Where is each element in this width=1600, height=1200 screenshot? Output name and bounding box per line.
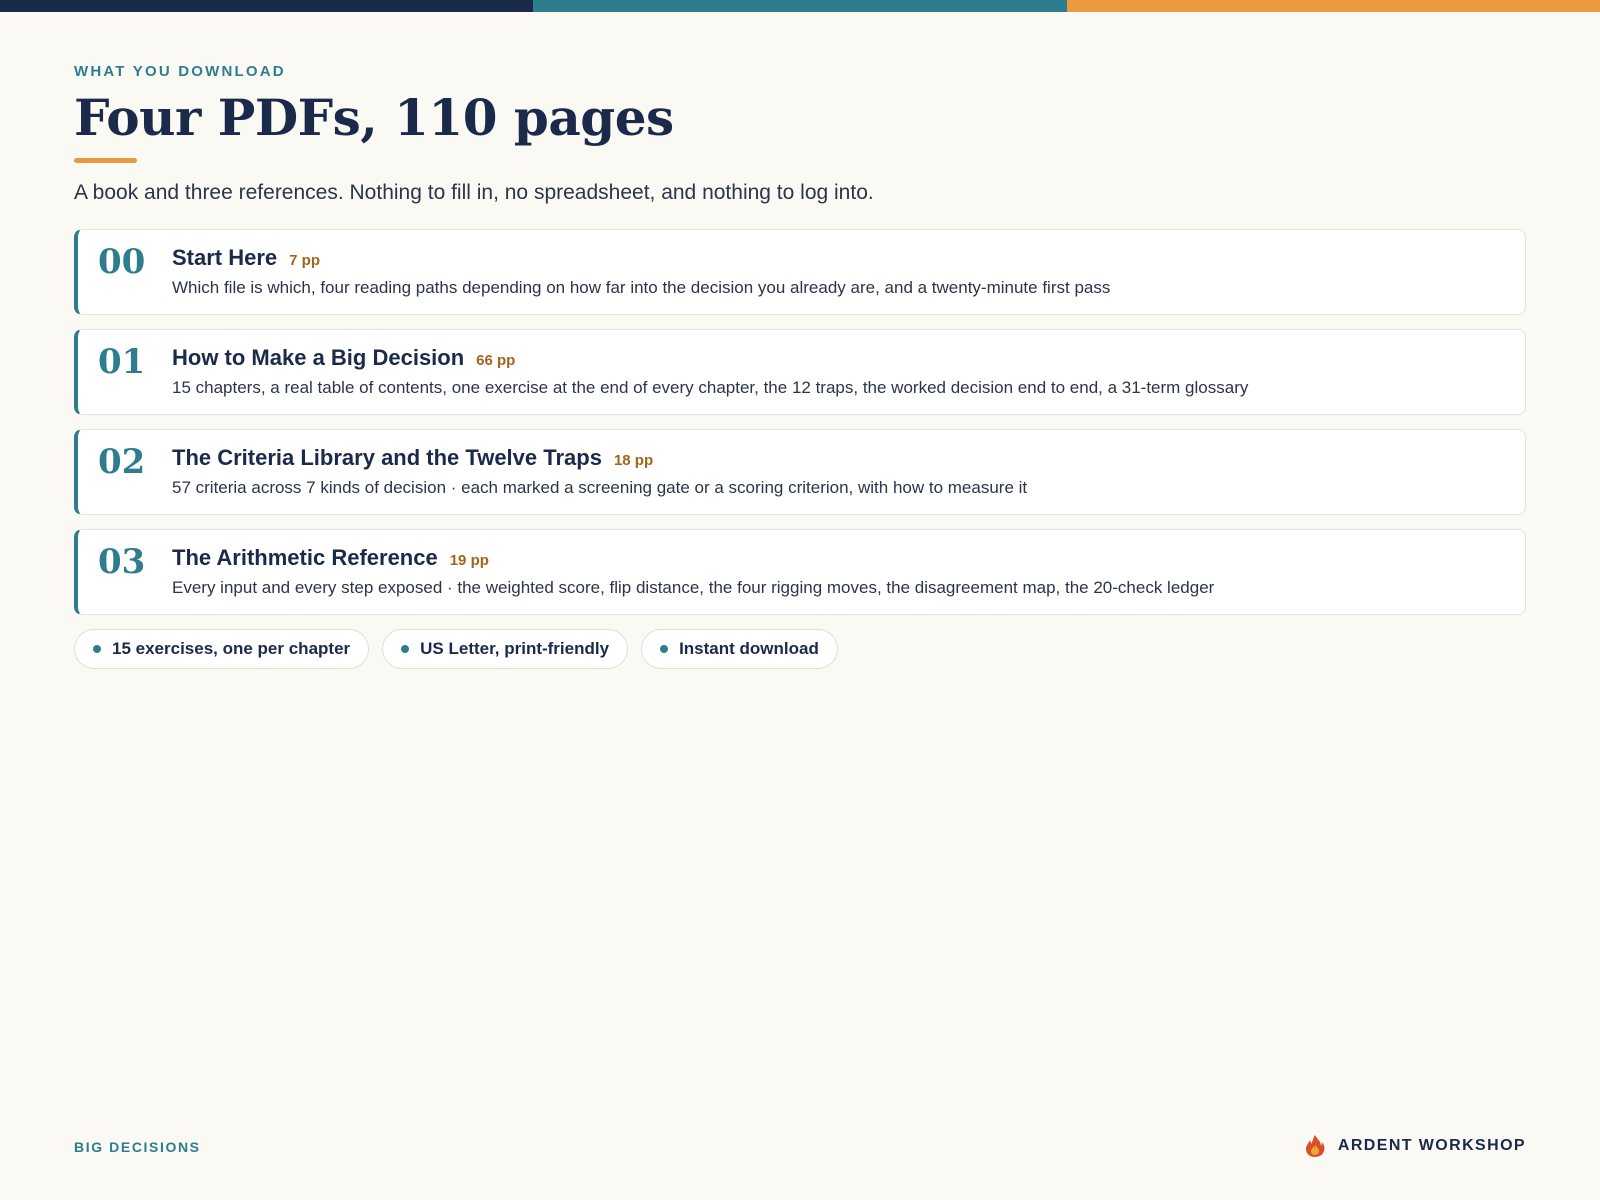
document-header: How to Make a Big Decision 66 pp xyxy=(172,344,1505,372)
footer-brand: ARDENT WORKSHOP xyxy=(1304,1134,1526,1158)
document-number: 03 xyxy=(98,542,146,582)
feature-label: Instant download xyxy=(679,639,819,658)
top-bar-navy-segment xyxy=(0,0,534,12)
document-page-count: 7 pp xyxy=(289,252,320,269)
section-eyebrow: WHAT YOU DOWNLOAD xyxy=(74,63,286,80)
document-card[interactable]: 00 Start Here 7 pp Which file is which, … xyxy=(74,229,1526,315)
bullet-dot-icon xyxy=(660,645,669,653)
page-title: Four PDFs, 110 pages xyxy=(74,88,674,147)
main-content: WHAT YOU DOWNLOAD Four PDFs, 110 pages A… xyxy=(74,62,1526,669)
document-description: 57 criteria across 7 kinds of decision ·… xyxy=(172,478,1028,497)
document-title: The Criteria Library and the Twelve Trap… xyxy=(172,445,602,470)
document-body: The Arithmetic Reference 19 pp Every inp… xyxy=(172,544,1505,600)
title-underline xyxy=(74,158,137,163)
document-number: 00 xyxy=(98,242,146,282)
document-page-count: 66 pp xyxy=(476,352,516,369)
document-body: How to Make a Big Decision 66 pp 15 chap… xyxy=(172,344,1505,400)
bullet-dot-icon xyxy=(93,645,101,653)
document-header: The Criteria Library and the Twelve Trap… xyxy=(172,444,1505,472)
feature-pills: 15 exercises, one per chapter US Letter,… xyxy=(74,629,1526,669)
document-title: How to Make a Big Decision xyxy=(172,345,465,370)
document-header: The Arithmetic Reference 19 pp xyxy=(172,544,1505,572)
feature-pill: 15 exercises, one per chapter xyxy=(74,629,370,669)
document-card[interactable]: 03 The Arithmetic Reference 19 pp Every … xyxy=(74,529,1526,615)
brand-name: ARDENT WORKSHOP xyxy=(1337,1137,1526,1154)
feature-pill: US Letter, print-friendly xyxy=(382,629,629,669)
document-description: Every input and every step exposed · the… xyxy=(172,578,1215,597)
document-number: 02 xyxy=(98,442,146,482)
document-body: The Criteria Library and the Twelve Trap… xyxy=(172,444,1505,500)
feature-pill: Instant download xyxy=(641,629,838,669)
top-bar-orange-segment xyxy=(1066,0,1600,12)
flame-icon xyxy=(1305,1135,1325,1157)
document-page-count: 19 pp xyxy=(449,552,489,569)
top-color-bar xyxy=(0,0,1600,12)
top-bar-teal-segment xyxy=(533,0,1067,12)
document-header: Start Here 7 pp xyxy=(172,244,1505,272)
document-card[interactable]: 01 How to Make a Big Decision 66 pp 15 c… xyxy=(74,329,1526,415)
document-title: The Arithmetic Reference xyxy=(172,545,438,570)
document-page-count: 18 pp xyxy=(613,452,654,469)
document-number: 01 xyxy=(98,342,146,382)
document-description: 15 chapters, a real table of contents, o… xyxy=(172,378,1249,397)
document-description: Which file is which, four reading paths … xyxy=(172,278,1111,297)
feature-label: US Letter, print-friendly xyxy=(420,639,610,658)
document-list: 00 Start Here 7 pp Which file is which, … xyxy=(74,229,1526,615)
feature-label: 15 exercises, one per chapter xyxy=(112,639,351,658)
document-title: Start Here xyxy=(172,245,278,270)
bullet-dot-icon xyxy=(401,645,410,653)
document-card[interactable]: 02 The Criteria Library and the Twelve T… xyxy=(74,429,1526,515)
document-body: Start Here 7 pp Which file is which, fou… xyxy=(172,244,1505,300)
footer-product-name: BIG DECISIONS xyxy=(74,1139,201,1155)
page-subtitle: A book and three references. Nothing to … xyxy=(74,181,874,204)
